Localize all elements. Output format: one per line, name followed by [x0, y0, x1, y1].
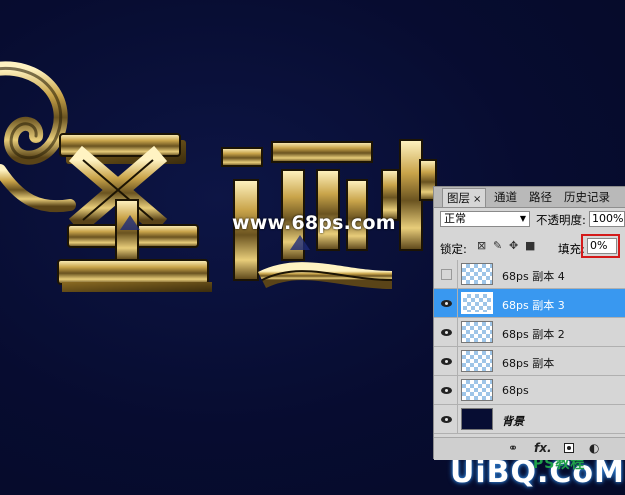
- eye-icon: [441, 300, 452, 307]
- tab-paths-label: 路径: [529, 190, 552, 204]
- tab-channels-label: 通道: [494, 190, 517, 204]
- fx-icon[interactable]: fx.: [534, 442, 552, 454]
- tab-layers[interactable]: 图层 ×: [442, 188, 487, 207]
- layer-row[interactable]: 68ps 副本: [434, 347, 625, 376]
- layer-row-background[interactable]: 背景: [434, 405, 625, 434]
- eye-icon: [441, 416, 452, 423]
- tab-history[interactable]: 历史记录: [560, 188, 614, 207]
- visibility-toggle[interactable]: [434, 376, 458, 405]
- link-icon[interactable]: ⚭: [508, 442, 518, 454]
- site-watermark: UiBQ.CoM PS教程: [450, 455, 625, 490]
- tab-history-label: 历史记录: [564, 190, 610, 204]
- tab-layers-label: 图层: [447, 191, 470, 205]
- blend-mode-value: 正常: [444, 212, 466, 225]
- watermark-text: www.68ps.com: [232, 212, 396, 234]
- lock-paint-icon[interactable]: ✎: [493, 240, 504, 251]
- lock-all-icon[interactable]: ■: [525, 240, 536, 251]
- lock-label: 锁定:: [440, 242, 467, 256]
- tab-close-icon[interactable]: ×: [473, 194, 481, 205]
- mask-icon[interactable]: [564, 443, 574, 453]
- layer-thumbnail: [461, 408, 493, 430]
- visibility-toggle[interactable]: [434, 260, 458, 289]
- visibility-toggle[interactable]: [434, 318, 458, 347]
- fill-field[interactable]: 0%: [587, 238, 617, 254]
- blend-mode-select[interactable]: 正常 ▼: [440, 211, 530, 227]
- layer-row[interactable]: 68ps: [434, 376, 625, 405]
- layer-row[interactable]: 68ps 副本 4: [434, 260, 625, 289]
- visibility-toggle[interactable]: [434, 405, 458, 434]
- layer-thumbnail: [461, 379, 493, 401]
- lock-transparent-icon[interactable]: ⊠: [477, 240, 488, 251]
- layer-row[interactable]: 68ps 副本 2: [434, 318, 625, 347]
- layer-row-selected[interactable]: 68ps 副本 3: [434, 289, 625, 318]
- layers-panel: 图层 × 通道 路径 历史记录 正常 ▼ 不透明度: 100% 锁定: ⊠ ✎ ✥…: [433, 186, 625, 460]
- visibility-off-icon: [441, 269, 452, 280]
- layer-name: 68ps 副本: [502, 357, 555, 370]
- opacity-field[interactable]: 100%: [589, 211, 625, 227]
- panel-bottom-bar: ⚭ fx. ◐: [434, 437, 625, 460]
- eye-icon: [441, 387, 452, 394]
- tab-channels[interactable]: 通道: [490, 188, 521, 207]
- layer-thumbnail: [461, 350, 493, 372]
- layer-name: 68ps 副本 3: [502, 299, 565, 312]
- eye-icon: [441, 358, 452, 365]
- adjustment-icon[interactable]: ◐: [589, 442, 599, 454]
- panel-tabs: 图层 × 通道 路径 历史记录: [434, 187, 625, 208]
- layer-thumbnail: [461, 292, 493, 314]
- layer-name: 68ps 副本 2: [502, 328, 565, 341]
- eye-icon: [441, 329, 452, 336]
- dropdown-arrow-icon: ▼: [519, 214, 526, 223]
- visibility-toggle[interactable]: [434, 347, 458, 376]
- lock-position-icon[interactable]: ✥: [509, 240, 520, 251]
- opacity-label: 不透明度:: [536, 213, 586, 227]
- layer-thumbnail: [461, 263, 493, 285]
- visibility-toggle[interactable]: [434, 289, 458, 318]
- layer-name: 背景: [502, 415, 524, 428]
- tab-paths[interactable]: 路径: [525, 188, 556, 207]
- layer-name: 68ps 副本 4: [502, 270, 565, 283]
- layer-thumbnail: [461, 321, 493, 343]
- layer-name: 68ps: [502, 384, 529, 397]
